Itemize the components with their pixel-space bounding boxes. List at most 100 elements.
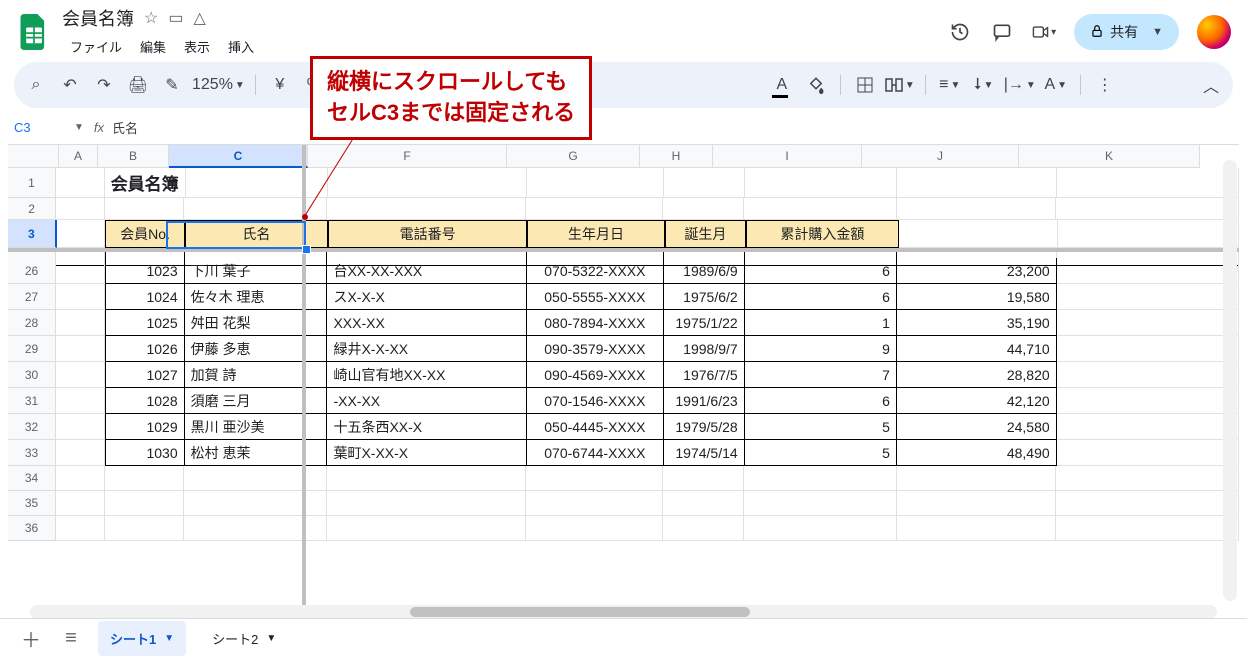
cell[interactable]: 1991/6/23 <box>664 388 745 414</box>
collapse-toolbar-button[interactable]: ︿ <box>1197 71 1225 99</box>
cell[interactable]: 1975/1/22 <box>664 310 745 336</box>
undo-button[interactable]: ↶ <box>56 71 84 99</box>
sheet-tab-1[interactable]: シート1▼ <box>98 621 186 656</box>
cell[interactable]: 1028 <box>105 388 185 414</box>
cell[interactable]: XXX-XX <box>327 310 526 336</box>
header-member-no[interactable]: 会員No. <box>105 220 185 248</box>
row-header[interactable]: 30 <box>8 362 56 388</box>
cell[interactable]: 090-3579-XXXX <box>527 336 664 362</box>
cell[interactable]: 台XX-XX-XXX <box>327 258 526 284</box>
cell[interactable]: 黒川 亜沙美 <box>185 414 328 440</box>
row-header[interactable]: 32 <box>8 414 56 440</box>
share-button[interactable]: 共有 ▼ <box>1074 14 1179 50</box>
cell[interactable]: 1030 <box>105 440 185 466</box>
cell[interactable]: 090-4569-XXXX <box>527 362 664 388</box>
sheet-tab-2[interactable]: シート2▼ <box>200 621 288 656</box>
cell[interactable]: 十五条西XX-X <box>327 414 526 440</box>
cell[interactable]: 7 <box>745 362 897 388</box>
star-icon[interactable]: ☆ <box>144 8 158 28</box>
col-header[interactable]: K <box>1019 145 1200 168</box>
menu-edit[interactable]: 編集 <box>132 33 174 60</box>
col-header[interactable]: J <box>862 145 1019 168</box>
spreadsheet-grid[interactable]: A B C F G H I J K 1 会員名簿 2 3 会員N <box>8 144 1239 611</box>
sheets-logo-icon[interactable] <box>16 14 52 50</box>
rotate-button[interactable]: A▼ <box>1042 71 1070 99</box>
comment-icon[interactable] <box>990 20 1014 44</box>
row-header[interactable]: 26 <box>8 258 56 284</box>
cell[interactable]: 1998/9/7 <box>664 336 745 362</box>
row-header[interactable]: 27 <box>8 284 56 310</box>
redo-button[interactable]: ↷ <box>90 71 118 99</box>
cell[interactable]: 1027 <box>105 362 185 388</box>
header-name[interactable]: 氏名 <box>185 220 328 248</box>
col-header[interactable]: G <box>507 145 640 168</box>
row-header[interactable]: 3 <box>8 220 57 248</box>
title-cell[interactable]: 会員名簿 <box>105 168 186 198</box>
row-header[interactable]: 2 <box>8 198 56 220</box>
paint-format-button[interactable]: ✎ <box>158 71 186 99</box>
cell[interactable]: 5 <box>745 414 897 440</box>
cell[interactable]: 44,710 <box>897 336 1057 362</box>
cell[interactable]: 42,120 <box>897 388 1057 414</box>
cell[interactable]: 緑井X-X-XX <box>327 336 526 362</box>
currency-button[interactable]: ¥ <box>266 71 294 99</box>
merge-button[interactable]: ▼ <box>885 71 915 99</box>
cell[interactable]: 舛田 花梨 <box>185 310 328 336</box>
cell[interactable]: 070-5322-XXXX <box>527 258 664 284</box>
cell[interactable]: 050-5555-XXXX <box>527 284 664 310</box>
col-header[interactable]: C <box>169 145 308 168</box>
row-header[interactable]: 34 <box>8 466 56 491</box>
cell[interactable]: 1989/6/9 <box>664 258 745 284</box>
cell[interactable]: -XX-XX <box>327 388 526 414</box>
halign-button[interactable]: ≡▼ <box>936 71 964 99</box>
meet-icon[interactable]: ▾ <box>1032 20 1056 44</box>
header-birthdate[interactable]: 生年月日 <box>527 220 665 248</box>
row-header[interactable]: 1 <box>8 168 56 198</box>
cell[interactable]: 1024 <box>105 284 185 310</box>
move-icon[interactable]: ▭ <box>168 8 183 28</box>
row-header[interactable]: 31 <box>8 388 56 414</box>
header-phone[interactable]: 電話番号 <box>328 220 527 248</box>
cell[interactable]: 080-7894-XXXX <box>527 310 664 336</box>
cell[interactable]: 1026 <box>105 336 185 362</box>
cell[interactable]: 葉町X-XX-X <box>327 440 526 466</box>
col-header[interactable]: A <box>59 145 98 168</box>
chevron-down-icon[interactable]: ▼ <box>266 633 276 644</box>
document-title[interactable]: 会員名簿 <box>62 5 134 31</box>
cell[interactable]: 崎山官有地XX-XX <box>327 362 526 388</box>
history-icon[interactable] <box>948 20 972 44</box>
search-icon[interactable]: ⌕ <box>22 71 50 99</box>
chevron-down-icon[interactable]: ▼ <box>74 122 84 133</box>
horizontal-freeze-bar[interactable] <box>8 248 1239 252</box>
cell[interactable]: 6 <box>745 258 897 284</box>
cell[interactable]: 23,200 <box>897 258 1057 284</box>
horizontal-scrollbar[interactable] <box>30 605 1217 619</box>
cell[interactable]: 5 <box>745 440 897 466</box>
cell[interactable]: スX-X-X <box>327 284 526 310</box>
cell[interactable]: 1029 <box>105 414 185 440</box>
cell[interactable]: 1023 <box>105 258 185 284</box>
cell[interactable]: 6 <box>745 388 897 414</box>
select-all-corner[interactable] <box>8 145 59 168</box>
row-header[interactable]: 28 <box>8 310 56 336</box>
cell[interactable]: 下川 葉子 <box>185 258 328 284</box>
menu-file[interactable]: ファイル <box>62 33 130 60</box>
header-total[interactable]: 累計購入金額 <box>746 220 898 248</box>
cell[interactable]: 6 <box>745 284 897 310</box>
zoom-select[interactable]: 125%▼ <box>192 71 245 99</box>
cell[interactable]: 松村 恵茉 <box>185 440 328 466</box>
cell[interactable]: 28,820 <box>897 362 1057 388</box>
row-header[interactable]: 29 <box>8 336 56 362</box>
avatar[interactable] <box>1197 15 1231 49</box>
cell[interactable]: 48,490 <box>897 440 1057 466</box>
fill-color-button[interactable] <box>802 71 830 99</box>
cell[interactable]: 050-4445-XXXX <box>527 414 664 440</box>
all-sheets-button[interactable]: ≡ <box>58 627 84 650</box>
formula-input[interactable]: 氏名 <box>112 118 138 137</box>
cloud-icon[interactable]: △ <box>193 8 205 28</box>
cell[interactable]: 佐々木 理恵 <box>185 284 328 310</box>
cell[interactable]: 1 <box>745 310 897 336</box>
add-sheet-button[interactable]: ＋ <box>18 624 44 653</box>
valign-button[interactable]: ⭣▼ <box>970 71 998 99</box>
selection-handle[interactable] <box>302 245 311 254</box>
